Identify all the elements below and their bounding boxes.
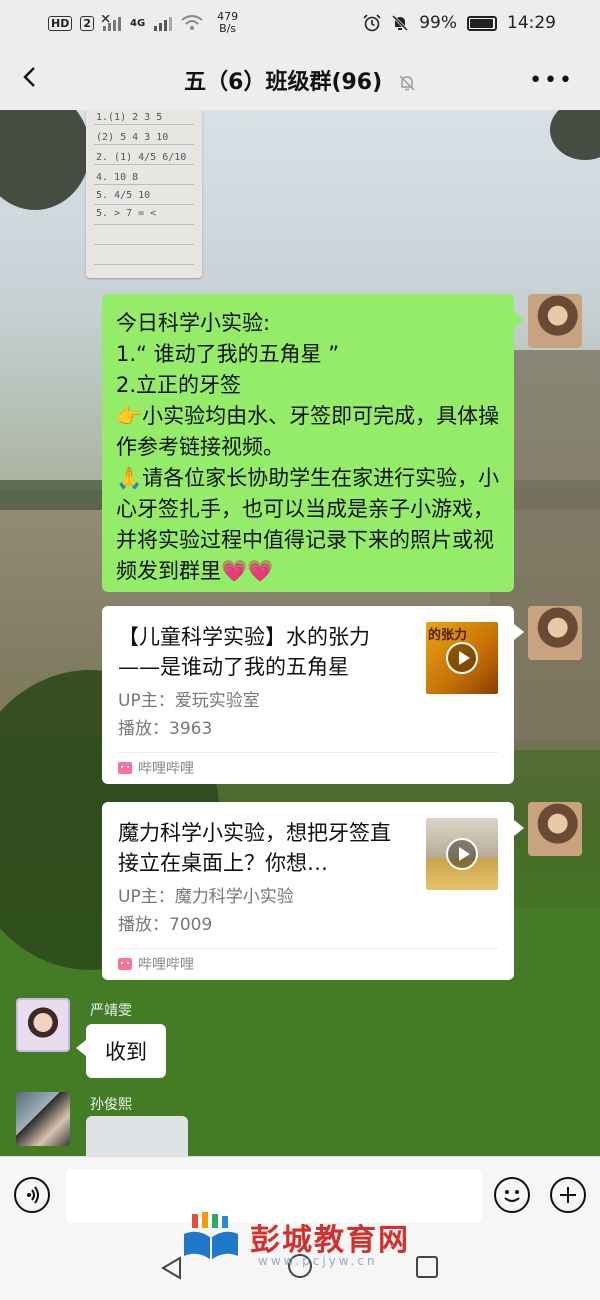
emoji-icon[interactable] bbox=[494, 1177, 530, 1213]
my-avatar[interactable] bbox=[528, 606, 582, 660]
source-label: 哔哩哔哩 bbox=[138, 761, 194, 777]
more-options-icon[interactable]: ••• bbox=[529, 68, 574, 93]
sim-indicator: 2 bbox=[80, 15, 94, 31]
video-play-count: 播放：3963 bbox=[118, 719, 213, 739]
status-left: HD 2 4G 479 B/s bbox=[48, 11, 238, 35]
thumbnail-caption: 的张力 bbox=[428, 628, 468, 643]
reply-text: 收到 bbox=[105, 1040, 147, 1064]
plus-icon[interactable] bbox=[550, 1177, 586, 1213]
play-icon bbox=[446, 642, 478, 674]
background-leaves bbox=[0, 110, 90, 210]
watermark-url: www.pcjyw.cn bbox=[258, 1254, 378, 1268]
video-thumbnail bbox=[426, 818, 498, 890]
card-source: 哔哩哔哩 bbox=[118, 954, 194, 974]
alarm-icon bbox=[363, 14, 381, 32]
homework-image-message[interactable]: 1.(1) 2 3 5 (2) 5 4 3 10 2. (1) 4/5 6/10… bbox=[86, 110, 202, 278]
nav-recents-icon[interactable] bbox=[416, 1256, 438, 1278]
mute-bell-icon bbox=[392, 14, 409, 32]
message-line: 🙏请各位家长协助学生在家进行实验，小心牙签扎手，也可以当成是亲子小游戏，并将实验… bbox=[116, 466, 500, 583]
signal-icon bbox=[154, 17, 173, 31]
my-avatar[interactable] bbox=[528, 802, 582, 856]
video-link-card[interactable]: 魔力科学小实验，想把牙签直接立在桌面上？你想… UP主：魔力科学小实验 播放：7… bbox=[102, 802, 524, 980]
bilibili-icon bbox=[118, 958, 132, 970]
chat-area[interactable]: 1.(1) 2 3 5 (2) 5 4 3 10 2. (1) 4/5 6/10… bbox=[0, 110, 600, 1156]
card-divider bbox=[118, 752, 498, 753]
book-logo-icon bbox=[184, 1212, 238, 1260]
homework-line: 5. 4/5 10 bbox=[96, 190, 151, 201]
message-line: 👉小实验均由水、牙签即可完成，具体操作参考链接视频。 bbox=[116, 404, 500, 459]
source-label: 哔哩哔哩 bbox=[138, 957, 194, 973]
science-experiment-message[interactable]: 今日科学小实验: 1.“ 谁动了我的五角星 ” 2.立正的牙签 👉小实验均由水、… bbox=[102, 294, 524, 592]
homework-line: 1.(1) 2 3 5 bbox=[96, 112, 163, 123]
sender-name: 严靖雯 bbox=[90, 1003, 132, 1019]
battery-percent: 99% bbox=[419, 13, 457, 33]
image-message-partial[interactable] bbox=[86, 1116, 188, 1156]
network-label: 4G bbox=[130, 17, 146, 29]
watermark-text: 彭城教育网 bbox=[250, 1223, 410, 1258]
reply-message[interactable]: 收到 bbox=[76, 1024, 166, 1078]
bilibili-icon bbox=[118, 762, 132, 774]
video-uploader: UP主：魔力科学小实验 bbox=[118, 887, 294, 907]
video-uploader: UP主：爱玩实验室 bbox=[118, 691, 260, 711]
homework-line: 2. (1) 4/5 6/10 bbox=[96, 152, 187, 163]
hd-indicator: HD bbox=[48, 15, 73, 31]
network-speed-unit: B/s bbox=[219, 22, 237, 35]
voice-input-icon[interactable] bbox=[14, 1177, 50, 1213]
clock: 14:29 bbox=[507, 13, 556, 33]
network-speed: 479 B/s bbox=[217, 11, 238, 35]
message-line: 今日科学小实验: bbox=[116, 311, 271, 335]
status-right: 99% 14:29 bbox=[363, 13, 556, 33]
chat-title-wrap: 五（6）班级群(96) bbox=[0, 64, 600, 96]
message-line: 2.立正的牙签 bbox=[116, 373, 242, 397]
homework-line: 5. > 7 = < bbox=[96, 208, 157, 219]
play-icon bbox=[446, 838, 478, 870]
chat-header: 五（6）班级群(96) ••• bbox=[0, 46, 600, 110]
video-link-card[interactable]: 【儿童科学实验】水的张力——是谁动了我的五角星 的张力 UP主：爱玩实验室 播放… bbox=[102, 606, 524, 784]
video-play-count: 播放：7009 bbox=[118, 915, 213, 935]
chat-title: 五（6）班级群(96) bbox=[184, 70, 383, 95]
nav-back-icon[interactable] bbox=[160, 1256, 184, 1280]
background-leaves bbox=[550, 110, 600, 160]
message-line: 1.“ 谁动了我的五角星 ” bbox=[116, 342, 340, 366]
wifi-icon bbox=[181, 15, 203, 30]
card-source: 哔哩哔哩 bbox=[118, 758, 194, 778]
card-divider bbox=[118, 948, 498, 949]
member-avatar[interactable] bbox=[16, 998, 70, 1052]
my-avatar[interactable] bbox=[528, 294, 582, 348]
homework-line: (2) 5 4 3 10 bbox=[96, 132, 169, 143]
battery-icon bbox=[467, 15, 497, 31]
homework-line: 4. 10 8 bbox=[96, 172, 139, 183]
video-card-title: 魔力科学小实验，想把牙签直接立在桌面上？你想… bbox=[118, 821, 391, 875]
muted-bell-icon bbox=[399, 75, 415, 91]
video-thumbnail: 的张力 bbox=[426, 622, 498, 694]
status-bar: HD 2 4G 479 B/s 99% 14:29 bbox=[0, 0, 600, 46]
member-avatar[interactable] bbox=[16, 1092, 70, 1146]
signal-off-icon bbox=[102, 15, 121, 31]
sender-name: 孙俊熙 bbox=[90, 1097, 132, 1113]
site-watermark: 彭城教育网 www.pcjyw.cn bbox=[182, 1212, 410, 1268]
video-card-title: 【儿童科学实验】水的张力——是谁动了我的五角星 bbox=[118, 625, 370, 679]
